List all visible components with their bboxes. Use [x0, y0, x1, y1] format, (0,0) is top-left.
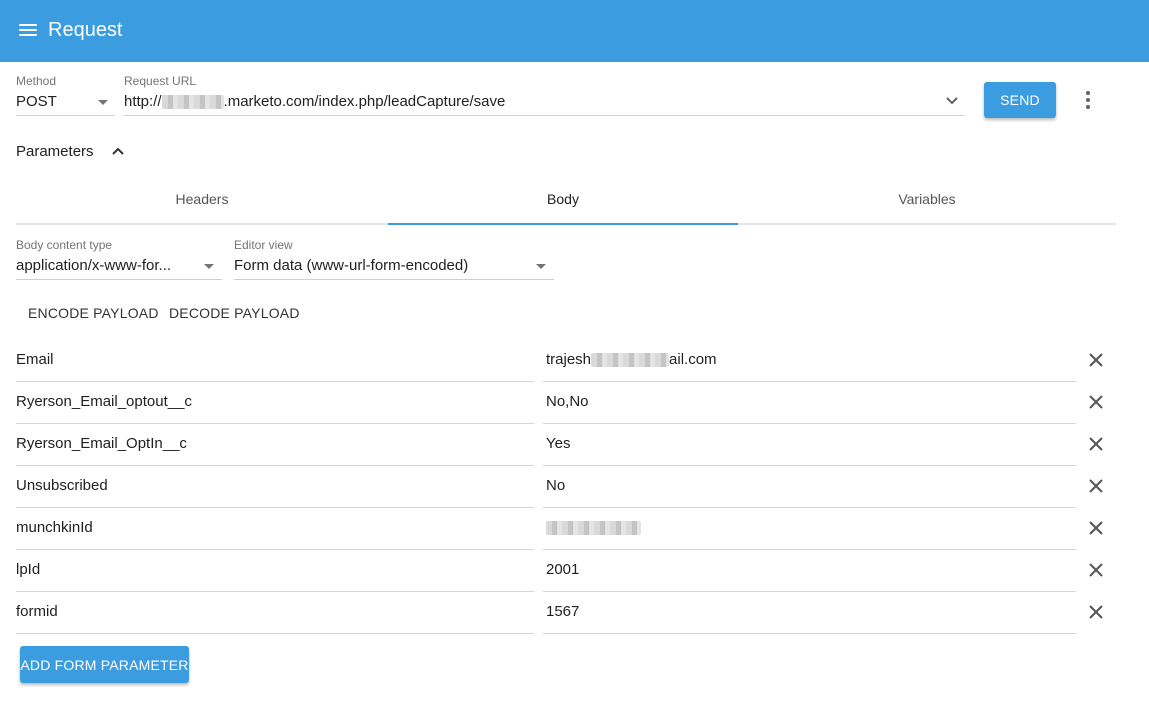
content-type-underline: [16, 279, 222, 280]
close-icon[interactable]: [1088, 478, 1104, 494]
method-label: Method: [16, 74, 57, 88]
url-prefix: http://: [124, 93, 162, 110]
url-suffix: .marketo.com/index.php/leadCapture/save: [223, 93, 506, 110]
close-icon[interactable]: [1088, 520, 1104, 536]
parameters-label[interactable]: Parameters: [16, 142, 94, 162]
param-name-input[interactable]: lpId: [16, 560, 40, 580]
param-value-underline: [543, 549, 1076, 550]
url-label: Request URL: [124, 74, 197, 88]
param-value-input[interactable]: Yes: [546, 434, 570, 454]
page-title: Request: [48, 19, 123, 41]
close-icon[interactable]: [1088, 352, 1104, 368]
param-value-prefix: trajesh: [546, 351, 592, 368]
redacted-email-part: [591, 353, 670, 368]
active-tab-indicator: [388, 223, 738, 225]
content-type-select[interactable]: application/x-www-for...: [16, 256, 196, 276]
tab-headers[interactable]: Headers: [16, 190, 388, 208]
url-redacted-host: [161, 95, 224, 110]
close-icon[interactable]: [1088, 394, 1104, 410]
method-select[interactable]: POST: [16, 92, 96, 112]
param-name-input[interactable]: Ryerson_Email_OptIn__c: [16, 434, 187, 454]
form-param-row: formid 1567: [0, 602, 1149, 644]
close-icon[interactable]: [1088, 562, 1104, 578]
param-name-input[interactable]: Unsubscribed: [16, 476, 108, 496]
tab-body[interactable]: Body: [388, 190, 738, 208]
param-name-input[interactable]: formid: [16, 602, 58, 622]
param-name-input[interactable]: Ryerson_Email_optout__c: [16, 392, 192, 412]
param-value-input[interactable]: [546, 518, 641, 538]
method-underline: [16, 115, 115, 116]
param-name-underline: [16, 591, 534, 592]
form-param-row: munchkinId: [0, 518, 1149, 560]
url-underline: [124, 115, 964, 116]
form-param-row: Ryerson_Email_optout__c No,No: [0, 392, 1149, 434]
add-form-parameter-button[interactable]: ADD FORM PARAMETER: [20, 646, 189, 683]
menu-icon[interactable]: [18, 21, 38, 39]
param-value-underline: [543, 465, 1076, 466]
param-value-underline: [543, 381, 1076, 382]
param-name-underline: [16, 633, 534, 634]
param-name-underline: [16, 465, 534, 466]
collapse-chevron-icon[interactable]: [111, 146, 125, 156]
close-icon[interactable]: [1088, 436, 1104, 452]
redacted-munchkin-id: [546, 521, 641, 536]
editor-view-label: Editor view: [234, 238, 293, 252]
editor-view-dropdown-icon[interactable]: [536, 264, 546, 269]
tab-variables[interactable]: Variables: [738, 190, 1116, 208]
url-history-chevron-icon[interactable]: [945, 96, 959, 106]
param-name-underline: [16, 423, 534, 424]
param-value-input[interactable]: 1567: [546, 602, 579, 622]
param-value-input[interactable]: 2001: [546, 560, 579, 580]
app-bar: Request: [0, 0, 1149, 62]
encode-payload-button[interactable]: ENCODE PAYLOAD: [28, 304, 159, 322]
editor-view-select[interactable]: Form data (www-url-form-encoded): [234, 256, 524, 276]
param-name-underline: [16, 549, 534, 550]
content-type-dropdown-icon[interactable]: [204, 264, 214, 269]
param-name-underline: [16, 381, 534, 382]
param-value-underline: [543, 507, 1076, 508]
param-value-input[interactable]: trajesh ail.com: [546, 350, 717, 370]
close-icon[interactable]: [1088, 604, 1104, 620]
param-name-input[interactable]: Email: [16, 350, 54, 370]
param-name-underline: [16, 507, 534, 508]
form-param-row: lpId 2001: [0, 560, 1149, 602]
param-value-input[interactable]: No: [546, 476, 565, 496]
form-param-row: Ryerson_Email_OptIn__c Yes: [0, 434, 1149, 476]
param-value-underline: [543, 633, 1076, 634]
param-value-underline: [543, 591, 1076, 592]
content-type-label: Body content type: [16, 238, 113, 252]
method-dropdown-icon[interactable]: [98, 100, 108, 105]
url-input[interactable]: http:// .marketo.com/index.php/leadCaptur…: [124, 92, 934, 112]
decode-payload-button[interactable]: DECODE PAYLOAD: [169, 304, 300, 322]
param-value-input[interactable]: No,No: [546, 392, 589, 412]
param-value-suffix: ail.com: [669, 351, 717, 368]
param-name-input[interactable]: munchkinId: [16, 518, 93, 538]
send-button[interactable]: SEND: [984, 82, 1056, 118]
form-param-row: Email trajesh ail.com: [0, 350, 1149, 392]
param-value-underline: [543, 423, 1076, 424]
editor-view-underline: [234, 279, 554, 280]
form-param-row: Unsubscribed No: [0, 476, 1149, 518]
more-options-icon[interactable]: [1084, 90, 1092, 110]
